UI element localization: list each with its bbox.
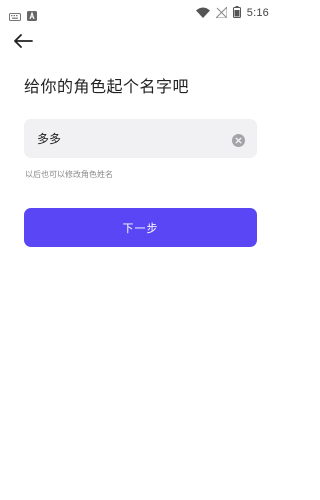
status-bar: 5:16: [0, 0, 281, 22]
wifi-icon: [195, 3, 210, 22]
keyboard-icon: [9, 6, 21, 25]
battery-icon: [232, 3, 241, 22]
hint-text: 以后也可以修改角色姓名: [25, 170, 113, 179]
next-button[interactable]: 下一步: [24, 208, 257, 247]
name-input-value[interactable]: 多多: [37, 130, 61, 147]
next-button-label: 下一步: [122, 221, 159, 235]
back-button[interactable]: [10, 30, 36, 54]
name-input[interactable]: 多多: [24, 119, 257, 158]
screen: 5:16 给你的角色起个名字吧 多多 以后也可以修改角色姓名 下一步: [0, 0, 281, 500]
status-right: 5:16: [195, 3, 269, 22]
page-title: 给你的角色起个名字吧: [24, 77, 190, 96]
status-left: [9, 6, 37, 25]
no-signal-icon: [214, 3, 228, 22]
status-time: 5:16: [246, 6, 269, 19]
notification-a-icon: [27, 6, 37, 25]
clear-circle-icon[interactable]: [232, 132, 245, 147]
arrow-left-icon: [13, 33, 33, 52]
